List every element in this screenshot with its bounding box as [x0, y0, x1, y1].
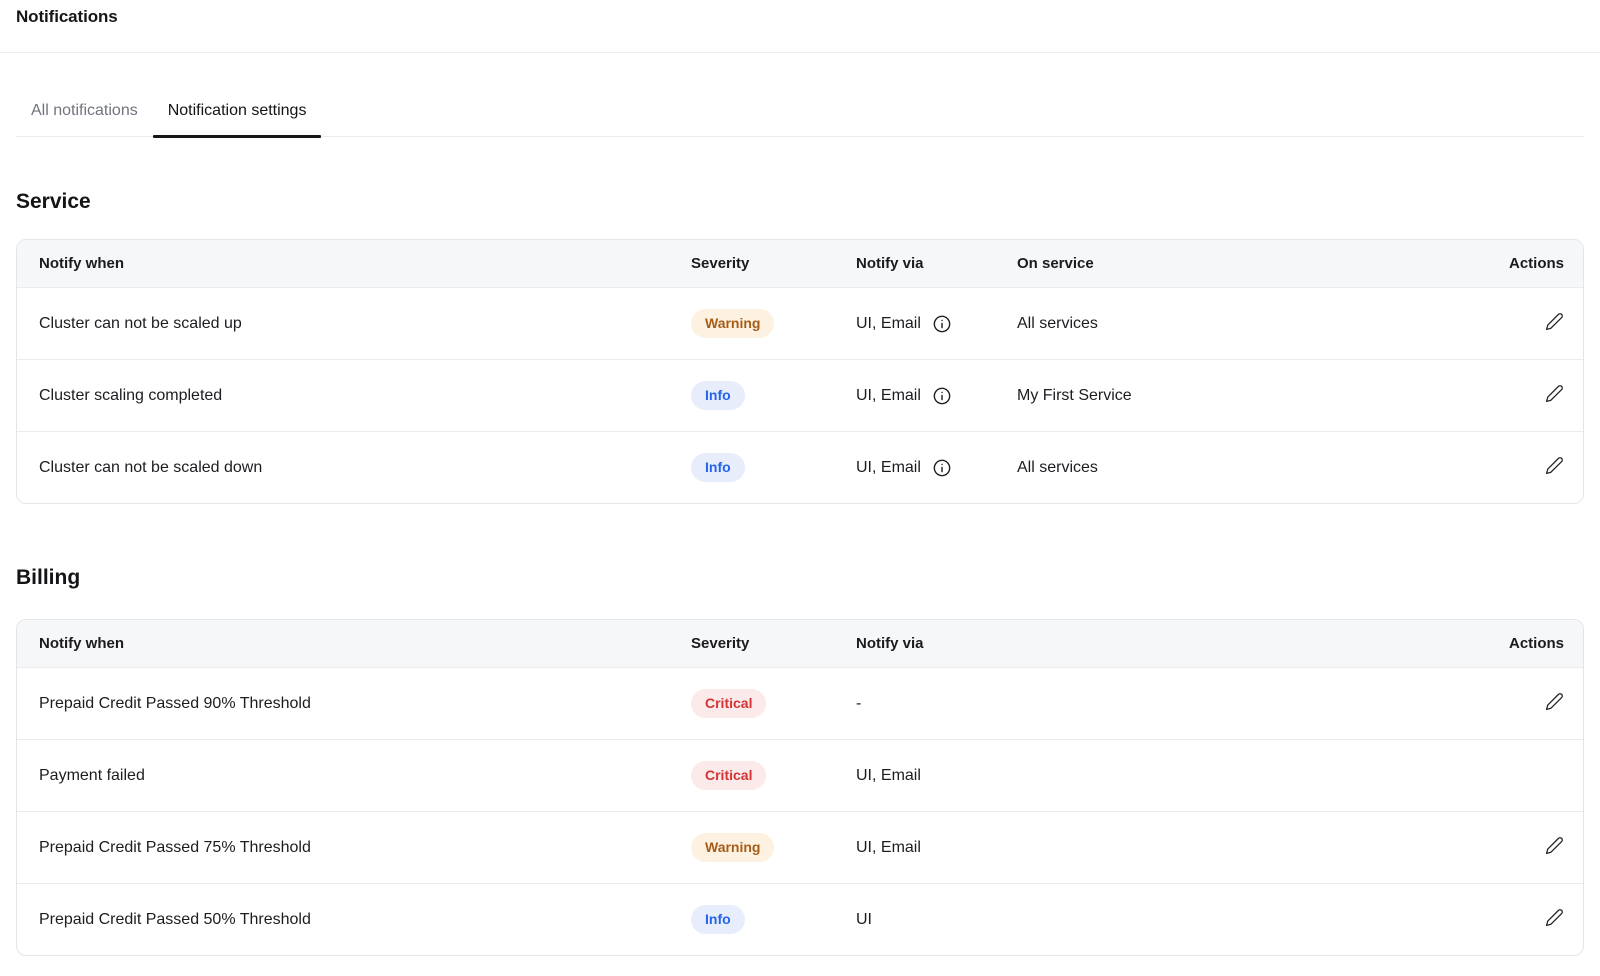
notify-via-info-button[interactable] [932, 458, 952, 478]
column-header-severity: Severity [691, 240, 856, 287]
actions-cell [1463, 811, 1583, 883]
notify-via-text: UI, Email [856, 459, 921, 477]
pencil-icon [1545, 908, 1564, 927]
tab-notification-settings[interactable]: Notification settings [153, 100, 322, 136]
notify-via-cell: - [856, 667, 1463, 739]
notify-via-cell: UI [856, 883, 1463, 955]
page-title: Notifications [16, 7, 1584, 27]
actions-cell [1463, 739, 1583, 811]
severity-badge: Warning [691, 833, 774, 862]
column-header-notify-via: Notify via [856, 240, 1017, 287]
notify-via-info-button[interactable] [932, 314, 952, 334]
pencil-icon [1545, 456, 1564, 475]
table-row: Prepaid Credit Passed 50% Threshold Info… [17, 883, 1583, 955]
service-section-title: Service [16, 190, 1584, 214]
severity-badge: Info [691, 453, 745, 482]
column-header-notify-via: Notify via [856, 620, 1463, 667]
on-service-cell: All services [1017, 287, 1463, 359]
billing-section-title: Billing [16, 566, 1584, 590]
severity-badge: Critical [691, 761, 766, 790]
severity-cell: Info [691, 883, 856, 955]
on-service-cell: All services [1017, 431, 1463, 503]
pencil-icon [1545, 384, 1564, 403]
table-header-row: Notify when Severity Notify via Actions [17, 620, 1583, 667]
notify-via-text: UI, Email [856, 315, 921, 333]
actions-cell [1463, 431, 1583, 503]
notify-when-cell: Payment failed [17, 739, 691, 811]
notify-when-cell: Prepaid Credit Passed 75% Threshold [17, 811, 691, 883]
notify-via-cell: UI, Email [856, 811, 1463, 883]
table-row: Cluster can not be scaled up Warning UI,… [17, 287, 1583, 359]
notify-via-cell: UI, Email [856, 287, 1017, 359]
edit-button[interactable] [1545, 692, 1564, 711]
severity-cell: Critical [691, 667, 856, 739]
column-header-actions: Actions [1463, 240, 1583, 287]
column-header-notify-when: Notify when [17, 620, 691, 667]
column-header-actions: Actions [1463, 620, 1583, 667]
pencil-icon [1545, 692, 1564, 711]
column-header-severity: Severity [691, 620, 856, 667]
severity-cell: Info [691, 431, 856, 503]
notify-when-cell: Cluster can not be scaled down [17, 431, 691, 503]
edit-button[interactable] [1545, 456, 1564, 475]
on-service-cell: My First Service [1017, 359, 1463, 431]
severity-cell: Critical [691, 739, 856, 811]
severity-badge: Info [691, 381, 745, 410]
actions-cell [1463, 883, 1583, 955]
edit-button[interactable] [1545, 836, 1564, 855]
service-section: Service Notify when Severity Notify via … [16, 190, 1584, 504]
severity-cell: Warning [691, 287, 856, 359]
tab-bar: All notifications Notification settings [16, 53, 1584, 137]
severity-cell: Warning [691, 811, 856, 883]
notify-via-info-button[interactable] [932, 386, 952, 406]
table-header-row: Notify when Severity Notify via On servi… [17, 240, 1583, 287]
notify-when-cell: Prepaid Credit Passed 50% Threshold [17, 883, 691, 955]
info-icon [932, 314, 952, 334]
billing-notifications-table: Notify when Severity Notify via Actions … [16, 619, 1584, 956]
actions-cell [1463, 359, 1583, 431]
notify-via-cell: UI, Email [856, 359, 1017, 431]
service-notifications-table: Notify when Severity Notify via On servi… [16, 239, 1584, 504]
actions-cell [1463, 667, 1583, 739]
severity-badge: Info [691, 905, 745, 934]
notify-when-cell: Prepaid Credit Passed 90% Threshold [17, 667, 691, 739]
pencil-icon [1545, 836, 1564, 855]
notify-when-cell: Cluster scaling completed [17, 359, 691, 431]
table-row: Cluster scaling completed Info UI, Email… [17, 359, 1583, 431]
severity-cell: Info [691, 359, 856, 431]
column-header-on-service: On service [1017, 240, 1463, 287]
edit-button[interactable] [1545, 312, 1564, 331]
page-header: Notifications [0, 0, 1600, 53]
table-row: Prepaid Credit Passed 90% Threshold Crit… [17, 667, 1583, 739]
pencil-icon [1545, 312, 1564, 331]
info-icon [932, 386, 952, 406]
tab-all-notifications[interactable]: All notifications [16, 100, 153, 136]
severity-badge: Warning [691, 309, 774, 338]
actions-cell [1463, 287, 1583, 359]
table-row: Cluster can not be scaled down Info UI, … [17, 431, 1583, 503]
notification-settings-content: Service Notify when Severity Notify via … [16, 190, 1584, 956]
severity-badge: Critical [691, 689, 766, 718]
notify-via-cell: UI, Email [856, 431, 1017, 503]
notify-when-cell: Cluster can not be scaled up [17, 287, 691, 359]
billing-section: Billing Notify when Severity Notify via … [16, 566, 1584, 956]
notify-via-cell: UI, Email [856, 739, 1463, 811]
edit-button[interactable] [1545, 384, 1564, 403]
info-icon [932, 458, 952, 478]
table-row: Prepaid Credit Passed 75% Threshold Warn… [17, 811, 1583, 883]
notify-via-text: UI, Email [856, 387, 921, 405]
table-row: Payment failed Critical UI, Email [17, 739, 1583, 811]
edit-button[interactable] [1545, 908, 1564, 927]
column-header-notify-when: Notify when [17, 240, 691, 287]
